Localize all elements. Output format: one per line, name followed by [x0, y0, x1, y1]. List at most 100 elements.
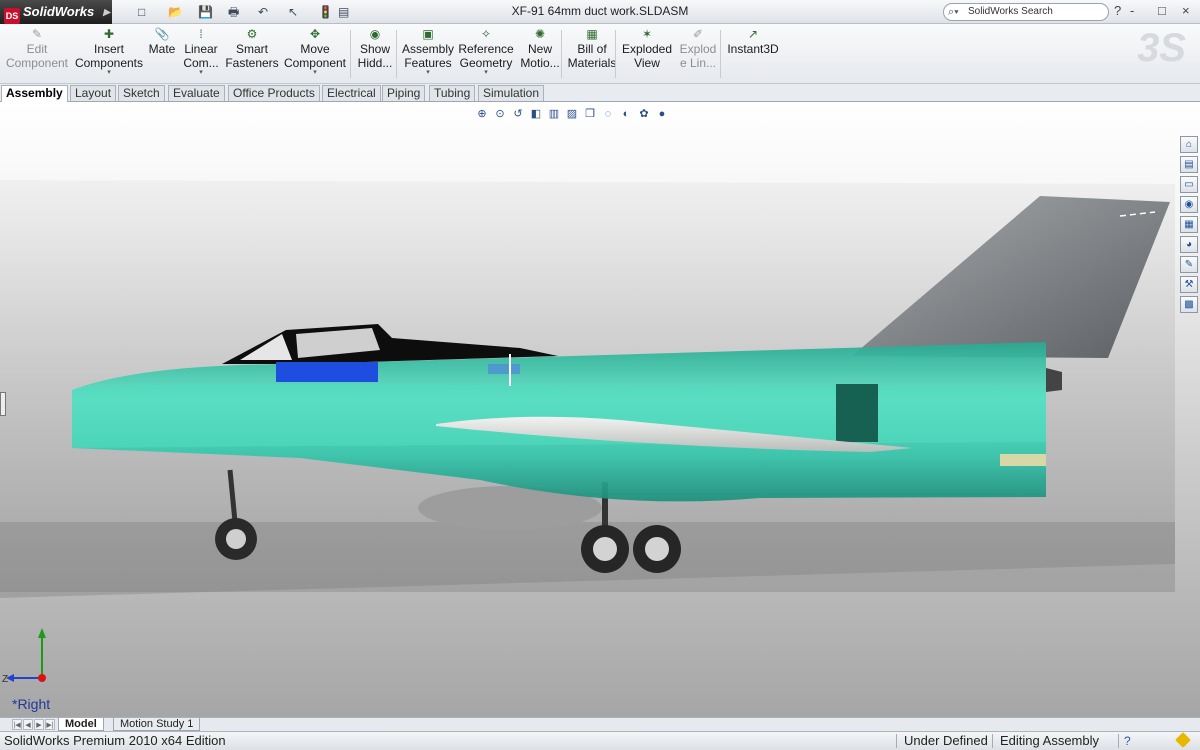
- tab-piping[interactable]: Piping: [382, 85, 426, 101]
- section-view-icon[interactable]: ◧: [528, 106, 544, 122]
- viewport-window-controls: - ⧉ ×: [1152, 102, 1192, 105]
- dropdown-arrow-icon[interactable]: ▾: [74, 69, 144, 76]
- search-icon: ⌕▾: [948, 6, 959, 18]
- hide-show-items-icon[interactable]: ◌: [600, 106, 616, 122]
- linear-pattern-icon: ⁞: [199, 27, 203, 41]
- status-tag-icon[interactable]: [1175, 732, 1191, 748]
- edit-appearance-icon[interactable]: ◐: [618, 106, 634, 122]
- feature-manager-collapse-handle[interactable]: [0, 392, 6, 416]
- tab-layout[interactable]: Layout: [70, 85, 117, 101]
- smart-fasteners-button[interactable]: ⚙ Smart Fasteners: [224, 27, 280, 70]
- solidworks-search-input[interactable]: ⌕▾ SolidWorks Search: [943, 3, 1109, 21]
- new-document-icon[interactable]: □: [138, 4, 145, 20]
- custom-properties-icon[interactable]: ✎: [1180, 256, 1198, 273]
- solidworks-resources-icon[interactable]: ⌂: [1180, 136, 1198, 153]
- tab-assembly[interactable]: Assembly: [1, 85, 68, 102]
- help-flyout-button[interactable]: ?: [1114, 3, 1121, 18]
- dropdown-arrow-icon[interactable]: ▾: [282, 69, 348, 76]
- instant3d-icon: ↗: [747, 27, 759, 41]
- fuselage-duct: [72, 383, 1046, 448]
- restore-button[interactable]: □: [1158, 3, 1166, 18]
- tab-tubing[interactable]: Tubing: [429, 85, 476, 101]
- menu-flyout-icon[interactable]: ▶: [103, 0, 110, 24]
- appearances-icon[interactable]: ◕: [1180, 236, 1198, 253]
- viewport-restore-button[interactable]: ⧉: [1166, 102, 1175, 104]
- reference-geometry-button[interactable]: ✧ Reference Geometry ▾: [456, 27, 516, 76]
- instant3d-button[interactable]: ↗ Instant3D: [724, 27, 782, 56]
- tab-sketch[interactable]: Sketch: [118, 85, 165, 101]
- bottom-tab-model[interactable]: Model: [58, 718, 104, 731]
- display-style-icon[interactable]: ❒: [582, 106, 598, 122]
- toolbox-icon[interactable]: ⚒: [1180, 276, 1198, 293]
- solidworks-logo[interactable]: DS SolidWorks ▶: [0, 0, 112, 24]
- print-icon[interactable]: 🖶: [228, 4, 239, 20]
- dropdown-arrow-icon[interactable]: ▾: [456, 69, 516, 76]
- zoom-to-fit-icon[interactable]: ⊕: [474, 106, 490, 122]
- graphics-area[interactable]: ⊕⊙↺◧▥▨❒◌◐✿● - ⧉ × ⌂ ▤ ▭ ◉ ▦ ◕ ✎ ⚒ ▩ Z *Right: [0, 102, 1200, 717]
- exploded-view-button[interactable]: ✶ Exploded View: [620, 27, 674, 70]
- rebuild-icon[interactable]: 🚦: [318, 4, 333, 20]
- next-tab-icon[interactable]: ▶: [34, 719, 44, 730]
- task-pane-tabs: ⌂ ▤ ▭ ◉ ▦ ◕ ✎ ⚒ ▩: [1180, 136, 1200, 313]
- undo-icon[interactable]: ↶: [258, 4, 268, 20]
- tab-evaluate[interactable]: Evaluate: [168, 85, 225, 101]
- tab-simulation[interactable]: Simulation: [478, 85, 545, 101]
- explode-line-sketch-label: Explod e Lin...: [679, 42, 717, 70]
- view-orientation-label: *Right: [12, 696, 51, 712]
- insert-components-button[interactable]: ✚ Insert Components ▾: [74, 27, 144, 76]
- file-explorer-icon[interactable]: ▭: [1180, 176, 1198, 193]
- 3ds-watermark-icon: 3S: [1137, 26, 1186, 70]
- prev-tab-icon[interactable]: ◀: [23, 719, 33, 730]
- exploded-view-label: Exploded View: [621, 42, 673, 70]
- blue-panel[interactable]: [276, 362, 378, 382]
- edit-component-label: Edit Component: [5, 42, 69, 70]
- dropdown-arrow-icon[interactable]: ▾: [180, 69, 222, 76]
- dynamic-annotation-icon[interactable]: ▥: [546, 106, 562, 122]
- viewport-minimize-button[interactable]: -: [1152, 102, 1156, 104]
- bottom-tab-motion-study-1[interactable]: Motion Study 1: [113, 718, 201, 731]
- close-button[interactable]: ×: [1182, 3, 1190, 18]
- status-help-icon[interactable]: ?: [1124, 732, 1131, 750]
- tab-office-products[interactable]: Office Products: [228, 85, 320, 101]
- view-orientation-icon[interactable]: ▨: [564, 106, 580, 122]
- view-settings-icon[interactable]: ●: [654, 106, 670, 122]
- bill-of-materials-button[interactable]: ▦ Bill of Materials: [566, 27, 618, 70]
- select-arrow-icon[interactable]: ↖: [288, 4, 298, 20]
- move-component-button[interactable]: ✥ Move Component ▾: [282, 27, 348, 76]
- options-icon[interactable]: ▤: [338, 4, 349, 20]
- last-tab-icon[interactable]: ▶|: [45, 719, 55, 730]
- save-icon[interactable]: 💾: [198, 4, 213, 20]
- zoom-to-area-icon[interactable]: ⊙: [492, 106, 508, 122]
- mate-icon: 📎: [154, 27, 170, 41]
- insert-components-icon: ✚: [103, 27, 115, 41]
- dropdown-arrow-icon[interactable]: ▾: [400, 69, 456, 76]
- assembly-features-button[interactable]: ▣ Assembly Features ▾: [400, 27, 456, 76]
- previous-view-icon[interactable]: ↺: [510, 106, 526, 122]
- linear-component-pattern-button[interactable]: ⁞ Linear Com... ▾: [180, 27, 222, 76]
- ds-logo-icon: DS: [4, 8, 20, 24]
- toolbar-separator: [350, 30, 351, 78]
- document-recovery-icon[interactable]: ▩: [1180, 296, 1198, 313]
- apply-scene-icon[interactable]: ✿: [636, 106, 652, 122]
- command-manager: 3S ✎ Edit Component ✚ Insert Components ▾ 📎 Ma…: [0, 24, 1200, 84]
- open-folder-icon[interactable]: 📂: [168, 4, 183, 20]
- tab-electrical[interactable]: Electrical: [322, 85, 381, 101]
- viewport-close-button[interactable]: ×: [1185, 102, 1192, 104]
- assembly-features-icon: ▣: [422, 27, 434, 41]
- show-hidden-icon: ◉: [369, 27, 381, 41]
- view-palette-icon[interactable]: ▦: [1180, 216, 1198, 233]
- design-library-icon[interactable]: ▤: [1180, 156, 1198, 173]
- bottom-tabs-bar: |◀ ◀ ▶ ▶| Model Motion Study 1: [0, 717, 1200, 731]
- minimize-button[interactable]: -: [1130, 3, 1134, 18]
- toolbar-separator: [615, 30, 616, 78]
- engine-nozzle: [1046, 368, 1062, 392]
- first-tab-icon[interactable]: |◀: [12, 719, 22, 730]
- explode-line-sketch-button: ✐ Explod e Lin...: [676, 27, 720, 70]
- mate-button[interactable]: 📎 Mate: [146, 27, 178, 56]
- new-motion-study-button[interactable]: ✺ New Motio...: [518, 27, 562, 70]
- assembly-model-view[interactable]: [0, 102, 1200, 717]
- status-divider: [1118, 734, 1119, 748]
- show-hidden-button[interactable]: ◉ Show Hidd...: [354, 27, 396, 70]
- search-results-icon[interactable]: ◉: [1180, 196, 1198, 213]
- reference-triad-icon: Z: [2, 628, 46, 685]
